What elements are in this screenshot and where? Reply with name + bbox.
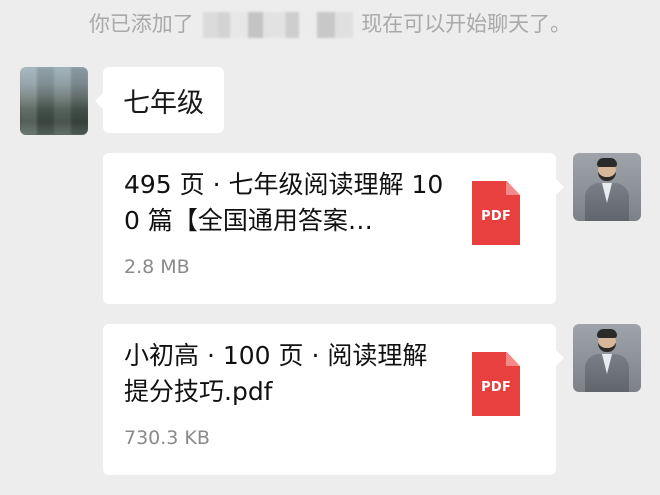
avatar-hair [597,158,617,167]
avatar-hair [597,329,617,338]
file-size: 2.8 MB [124,256,190,278]
pdf-icon-label: PDF [481,379,511,395]
file-size: 730.3 KB [124,427,210,449]
pdf-icon-label: PDF [481,208,511,224]
avatar-mosaic [20,67,88,135]
pdf-icon: PDF [472,352,520,416]
message-bubble[interactable]: 七年级 [95,67,224,133]
self-avatar[interactable] [573,153,641,221]
file-message-card[interactable]: 495 页 · 七年级阅读理解 100 篇【全国通用答案… 2.8 MB PDF [103,153,564,304]
contact-avatar[interactable] [20,67,88,135]
pdf-icon: PDF [472,181,520,245]
notice-prefix: 你已添加了 [88,12,194,36]
file-name: 小初高 · 100 页 · 阅读理解 提分技巧.pdf [124,341,428,406]
system-notice: 你已添加了 现在可以开始聊天了。 [0,8,660,40]
self-avatar[interactable] [573,324,641,392]
pdf-fold [506,181,520,195]
notice-suffix: 现在可以开始聊天了。 [361,12,572,36]
file-message-card[interactable]: 小初高 · 100 页 · 阅读理解 提分技巧.pdf 730.3 KB PDF [103,324,564,475]
redacted-contact-name [202,12,353,38]
message-text: 七年级 [123,87,204,119]
pdf-fold [506,352,520,366]
file-name: 495 页 · 七年级阅读理解 100 篇【全国通用答案… [124,170,444,235]
